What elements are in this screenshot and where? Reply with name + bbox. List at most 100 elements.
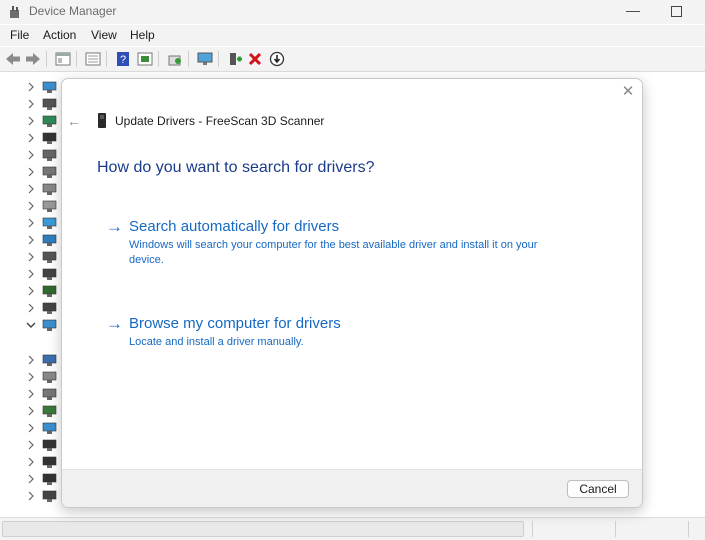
chevron-right-icon[interactable] — [26, 456, 36, 468]
option-title[interactable]: Browse my computer for drivers — [129, 315, 341, 332]
chevron-right-icon[interactable] — [26, 183, 36, 195]
tree-row[interactable] — [26, 352, 60, 368]
disable-icon[interactable] — [268, 50, 286, 68]
dialog-title: Update Drivers - FreeScan 3D Scanner — [115, 114, 325, 128]
security-device-icon — [42, 301, 57, 315]
svg-text:?: ? — [120, 54, 126, 66]
menu-view[interactable]: View — [91, 28, 117, 42]
chevron-right-icon[interactable] — [26, 490, 36, 502]
tree-row[interactable] — [26, 437, 60, 453]
tree-row[interactable] — [26, 266, 60, 282]
chevron-right-icon[interactable] — [26, 268, 36, 280]
tree-row[interactable] — [26, 386, 60, 402]
chevron-right-icon[interactable] — [26, 200, 36, 212]
window-title: Device Manager — [29, 4, 117, 18]
monitor-icon[interactable] — [196, 50, 214, 68]
chevron-right-icon[interactable] — [26, 302, 36, 314]
dialog-footer: Cancel — [62, 469, 642, 507]
tree-row[interactable] — [26, 79, 60, 95]
minimize-button[interactable]: — — [622, 2, 644, 20]
option-title[interactable]: Search automatically for drivers — [129, 218, 339, 235]
menu-file[interactable]: File — [10, 28, 29, 42]
tree-row[interactable] — [26, 420, 60, 436]
tree-row[interactable] — [26, 300, 60, 316]
chevron-down-icon[interactable] — [26, 319, 36, 331]
tree-row[interactable] — [26, 317, 60, 333]
tree-row[interactable] — [26, 249, 60, 265]
tree-row[interactable] — [26, 454, 60, 470]
network-device-icon — [42, 318, 57, 332]
horizontal-scrollbar[interactable] — [2, 521, 524, 537]
tree-row[interactable] — [26, 164, 60, 180]
scan-hardware-icon[interactable] — [166, 50, 184, 68]
tree-row[interactable] — [26, 215, 60, 231]
computer-icon — [42, 80, 57, 94]
maximize-button[interactable] — [665, 2, 687, 20]
disk-drive-icon — [42, 97, 57, 111]
tree-row[interactable] — [26, 403, 60, 419]
chevron-right-icon[interactable] — [26, 371, 36, 383]
chevron-right-icon[interactable] — [26, 81, 36, 93]
monitor-icon — [42, 216, 57, 230]
chevron-right-icon[interactable] — [26, 285, 36, 297]
status-bar — [0, 517, 705, 540]
keyboard-icon — [42, 182, 57, 196]
tree-row[interactable] — [26, 130, 60, 146]
chevron-right-icon[interactable] — [26, 217, 36, 229]
firmware-icon — [42, 131, 57, 145]
chevron-right-icon[interactable] — [26, 251, 36, 263]
properties-icon[interactable] — [54, 50, 72, 68]
search-automatically-option[interactable]: → Search automatically for drivers Windo… — [106, 217, 546, 267]
chevron-right-icon[interactable] — [26, 354, 36, 366]
option-description: Windows will search your computer for th… — [129, 239, 538, 266]
display-adapter-icon — [42, 114, 57, 128]
chevron-right-icon[interactable] — [26, 405, 36, 417]
menu-help[interactable]: Help — [130, 28, 155, 42]
show-hidden-icon[interactable] — [136, 50, 154, 68]
close-icon[interactable]: ✕ — [620, 84, 636, 100]
scanner-device-icon — [98, 113, 106, 128]
menu-action[interactable]: Action — [43, 28, 76, 42]
printer-icon — [42, 489, 57, 503]
chevron-right-icon[interactable] — [26, 115, 36, 127]
chevron-right-icon[interactable] — [26, 234, 36, 246]
tree-row[interactable] — [26, 283, 60, 299]
option-description: Locate and install a driver manually. — [129, 336, 304, 348]
browse-computer-option[interactable]: → Browse my computer for drivers Locate … — [106, 314, 546, 350]
toolbar-separator — [76, 51, 77, 67]
usb-device-icon — [42, 438, 57, 452]
tree-row[interactable] — [26, 232, 60, 248]
toolbar: ? — [0, 47, 705, 72]
usb-device-icon — [42, 472, 57, 486]
tree-row[interactable] — [26, 198, 60, 214]
printer-icon — [42, 267, 57, 281]
arrow-right-icon: → — [106, 314, 123, 333]
arrow-right-icon: → — [106, 217, 123, 236]
chevron-right-icon[interactable] — [26, 439, 36, 451]
help-icon[interactable]: ? — [114, 50, 132, 68]
chevron-right-icon[interactable] — [26, 166, 36, 178]
tree-row[interactable] — [26, 369, 60, 385]
back-arrow-icon[interactable]: ← — [67, 113, 83, 129]
tree-row[interactable] — [26, 471, 60, 487]
chevron-right-icon[interactable] — [26, 388, 36, 400]
cancel-button[interactable]: Cancel — [567, 480, 629, 498]
chevron-right-icon[interactable] — [26, 132, 36, 144]
network-adapter-icon — [42, 233, 57, 247]
uninstall-icon[interactable] — [246, 50, 264, 68]
chevron-right-icon[interactable] — [26, 473, 36, 485]
tree-row[interactable] — [26, 96, 60, 112]
dialog-question: How do you want to search for drivers? — [97, 159, 375, 176]
update-list-icon[interactable] — [84, 50, 102, 68]
tree-row[interactable] — [26, 147, 60, 163]
chevron-right-icon[interactable] — [26, 149, 36, 161]
storage-icon — [42, 370, 57, 384]
chevron-right-icon[interactable] — [26, 422, 36, 434]
back-icon[interactable] — [4, 50, 22, 68]
tree-row[interactable] — [26, 181, 60, 197]
tree-row[interactable] — [26, 488, 60, 504]
forward-icon[interactable] — [24, 50, 42, 68]
add-driver-icon[interactable] — [226, 50, 244, 68]
chevron-right-icon[interactable] — [26, 98, 36, 110]
tree-row[interactable] — [26, 113, 60, 129]
